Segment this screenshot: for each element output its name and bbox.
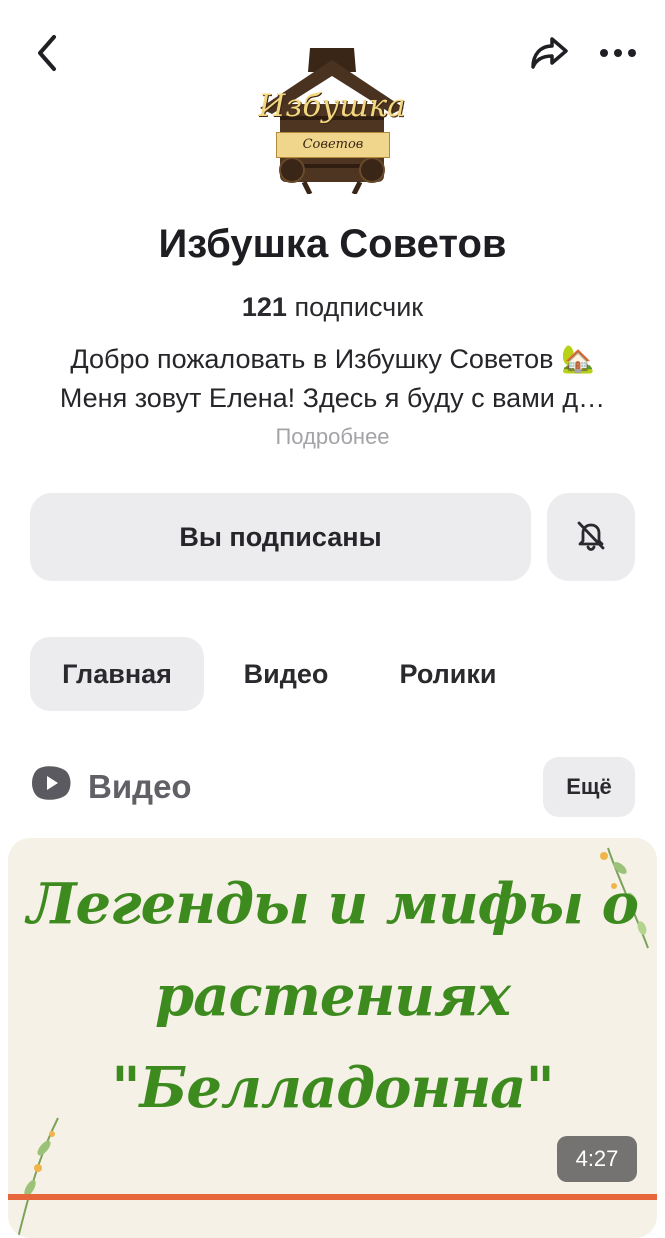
channel-logo[interactable]: Избушка Советов bbox=[252, 42, 412, 194]
description-line-2: Меня зовут Елена! Здесь я буду с вами д… bbox=[59, 383, 606, 413]
subscribed-button[interactable]: Вы подписаны bbox=[30, 493, 531, 581]
video-duration-badge: 4:27 bbox=[557, 1136, 637, 1182]
video-section-header: Видео Ещё bbox=[30, 757, 635, 817]
channel-description[interactable]: Добро пожаловать в Избушку Советов 🏡 Мен… bbox=[30, 340, 635, 418]
more-options-icon[interactable] bbox=[590, 28, 646, 78]
bell-off-icon bbox=[573, 517, 609, 558]
thumbnail-line-1: Легенды и мифы о bbox=[26, 871, 639, 937]
tab-video[interactable]: Видео bbox=[224, 637, 348, 711]
share-icon[interactable] bbox=[522, 28, 578, 78]
logo-title: Избушка bbox=[258, 88, 406, 124]
tab-shorts[interactable]: Ролики bbox=[380, 637, 516, 711]
house-emoji-icon: 🏡 bbox=[560, 344, 595, 374]
notification-toggle-button[interactable] bbox=[547, 493, 635, 581]
more-info-link[interactable]: Подробнее bbox=[0, 424, 665, 450]
section-title: Видео bbox=[88, 768, 192, 805]
logo-ribbon: Советов bbox=[276, 132, 390, 158]
thumbnail-line-3: "Белладонна" bbox=[111, 1055, 554, 1121]
section-more-button[interactable]: Ещё bbox=[543, 757, 635, 817]
video-play-icon bbox=[30, 765, 72, 809]
accent-strip bbox=[8, 1194, 657, 1200]
subscriber-number: 121 bbox=[241, 292, 287, 322]
thumbnail-title: Легенды и мифы о растениях "Белладонна" bbox=[8, 858, 657, 1134]
tab-home[interactable]: Главная bbox=[30, 637, 204, 711]
description-line-1: Добро пожаловать в Избушку Советов bbox=[70, 344, 554, 374]
subscriber-count: 121 подписчик bbox=[0, 292, 665, 323]
back-icon[interactable] bbox=[22, 28, 72, 78]
subscriber-label: подписчик bbox=[294, 292, 424, 322]
thumbnail-line-2: растениях bbox=[155, 963, 511, 1029]
channel-name: Избушка Советов bbox=[158, 222, 507, 266]
